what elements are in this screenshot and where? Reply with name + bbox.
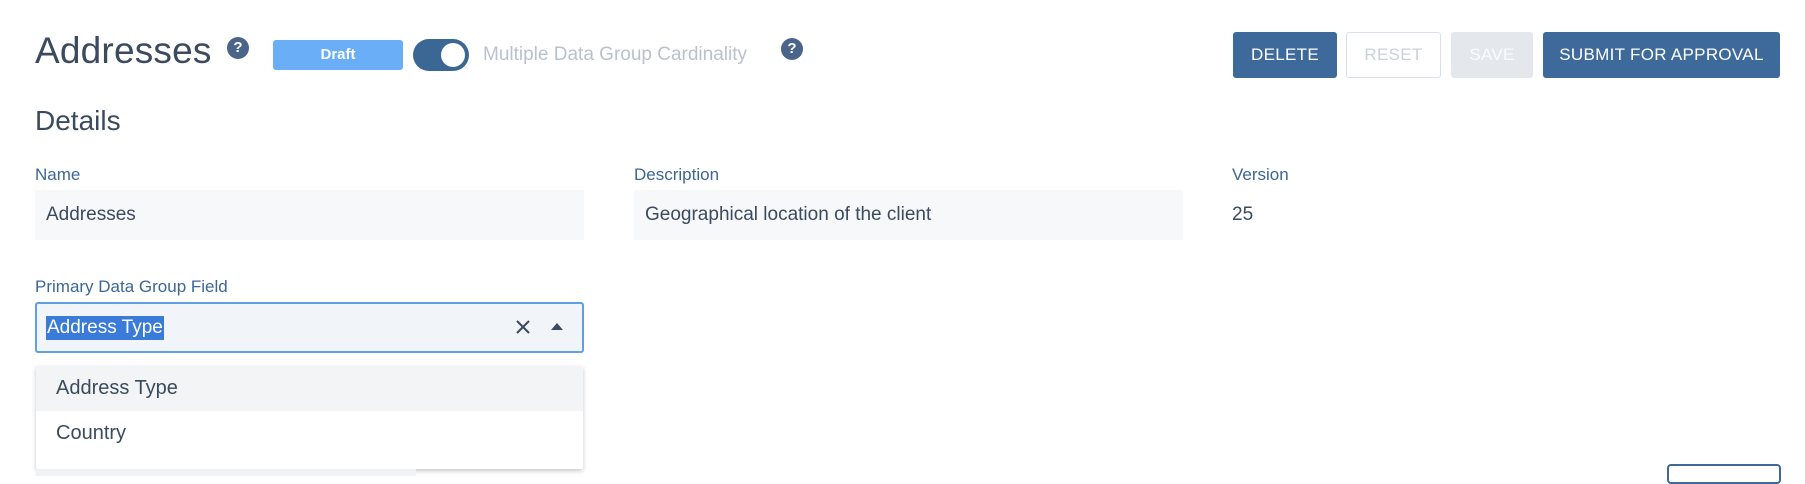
toggle-knob [441,43,465,67]
caret-up-icon[interactable] [551,323,563,330]
version-label: Version [1232,165,1289,184]
save-button[interactable]: SAVE [1451,32,1533,78]
hidden-field-fragment [36,469,416,476]
primary-field-value[interactable]: Address Type [46,316,164,340]
dropdown-option[interactable]: Country [36,411,583,456]
primary-field-label: Primary Data Group Field [35,277,228,296]
name-label: Name [35,165,81,184]
section-title: Details [35,105,121,136]
delete-button[interactable]: DELETE [1233,32,1337,78]
primary-field-select[interactable]: Address Type [35,302,584,353]
cardinality-toggle[interactable] [413,39,469,71]
help-icon[interactable]: ? [781,38,803,60]
toggle-label: Multiple Data Group Cardinality [483,44,748,65]
description-label: Description [634,165,720,184]
reset-button[interactable]: RESET [1346,32,1441,78]
status-badge: Draft [273,40,403,70]
submit-for-approval-button[interactable]: SUBMIT FOR APPROVAL [1543,32,1780,78]
name-field[interactable]: Addresses [35,190,584,240]
version-value: 25 [1232,204,1254,225]
description-field[interactable]: Geographical location of the client [634,190,1183,240]
dropdown-option[interactable]: Address Type [36,366,583,411]
page-title: Addresses [35,30,212,71]
help-icon[interactable]: ? [227,37,249,59]
close-icon[interactable] [513,317,533,337]
primary-field-dropdown: Address Type Country [36,366,583,469]
partial-button[interactable] [1667,464,1781,484]
